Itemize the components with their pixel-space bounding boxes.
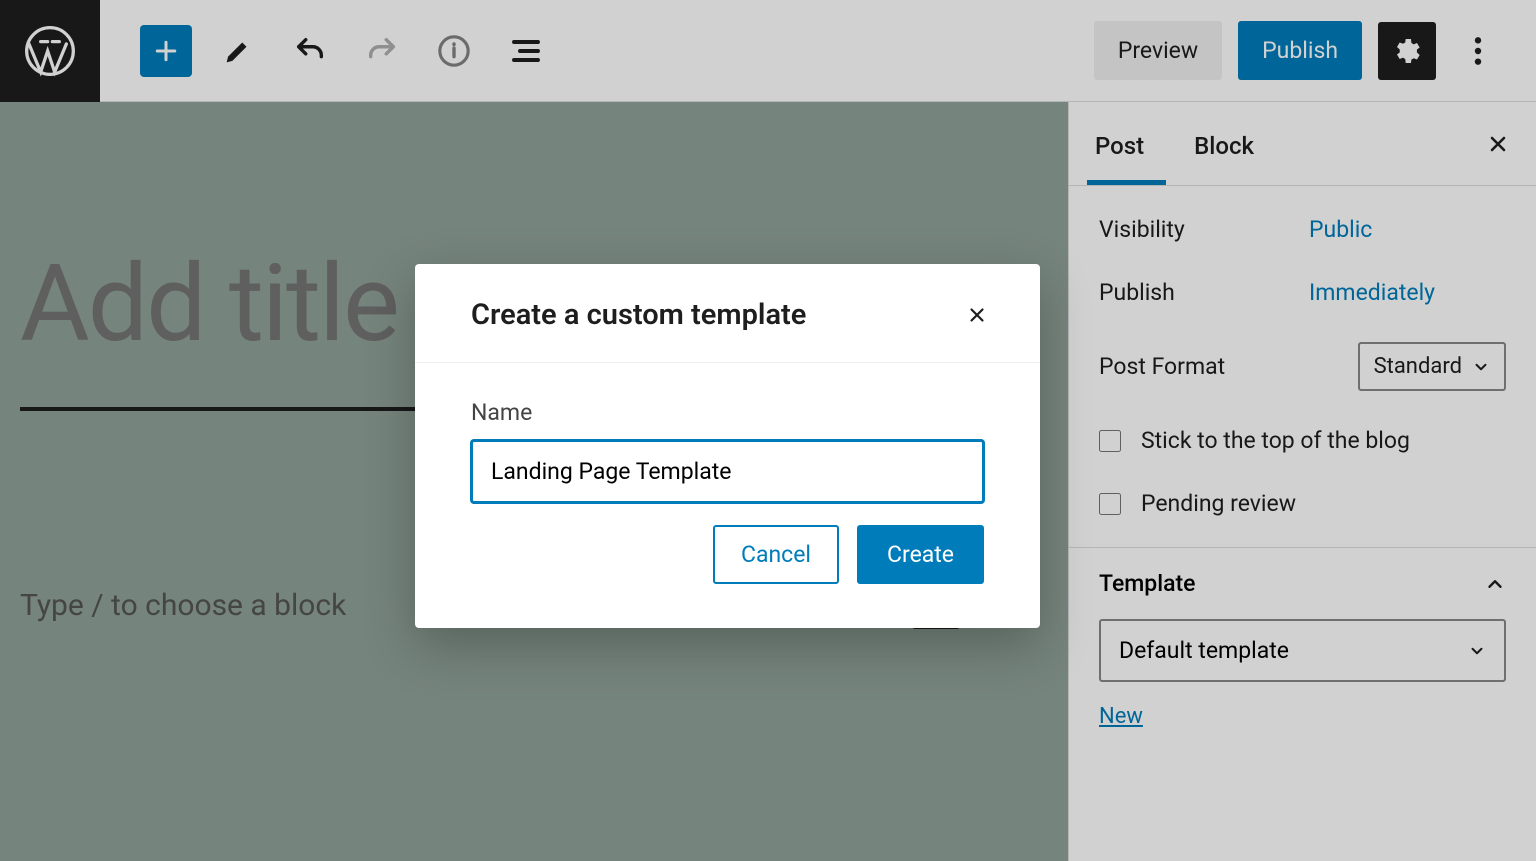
modal-body: Name Cancel Create bbox=[415, 363, 1040, 628]
create-template-modal: Create a custom template Name Cancel Cre… bbox=[415, 264, 1040, 628]
template-name-label: Name bbox=[471, 399, 984, 426]
modal-actions: Cancel Create bbox=[471, 525, 984, 584]
modal-header: Create a custom template bbox=[415, 264, 1040, 363]
close-icon bbox=[966, 304, 988, 326]
create-button[interactable]: Create bbox=[857, 525, 984, 584]
cancel-button[interactable]: Cancel bbox=[713, 525, 839, 584]
modal-title: Create a custom template bbox=[471, 298, 806, 332]
template-name-input[interactable] bbox=[471, 440, 984, 503]
modal-close-button[interactable] bbox=[962, 300, 992, 330]
